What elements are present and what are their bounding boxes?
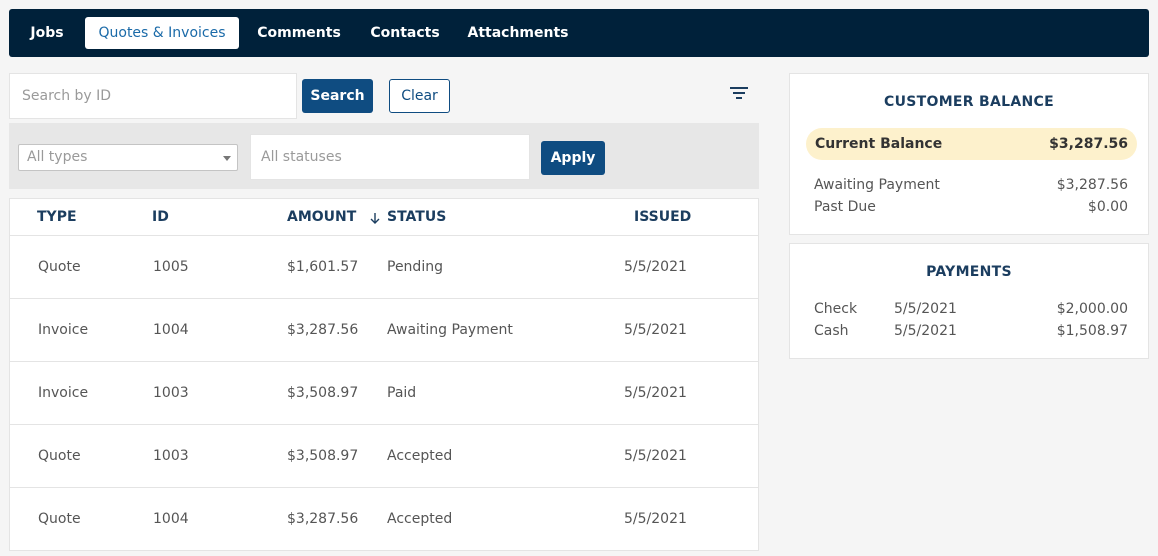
cell-status: Paid [387,385,417,401]
payment-amount: $1,508.97 [1056,323,1128,339]
awaiting-payment-value: $3,287.56 [1056,177,1128,193]
cell-type: Quote [38,259,81,275]
status-filter-input[interactable] [250,134,530,180]
cell-issued: 5/5/2021 [624,511,687,527]
tab-quotes-invoices[interactable]: Quotes & Invoices [85,17,239,49]
filter-lines-icon[interactable] [728,84,750,102]
cell-id: 1003 [153,448,189,464]
cell-type: Quote [38,448,81,464]
payment-date: 5/5/2021 [894,301,957,317]
current-balance-label: Current Balance [815,136,943,152]
column-header-id[interactable]: ID [152,199,169,236]
search-input[interactable] [9,73,297,119]
apply-button[interactable]: Apply [541,141,605,175]
table-header: TYPE ID AMOUNT STATUS ISSUED [10,199,758,236]
tab-comments[interactable]: Comments [253,17,345,49]
payment-amount: $2,000.00 [1056,301,1128,317]
cell-issued: 5/5/2021 [624,322,687,338]
current-balance-value: $3,287.56 [1049,136,1128,152]
table-row[interactable]: Invoice 1003 $3,508.97 Paid 5/5/2021 [10,362,758,425]
tab-attachments[interactable]: Attachments [465,17,571,49]
column-header-type[interactable]: TYPE [37,199,77,236]
tab-jobs[interactable]: Jobs [21,17,73,49]
arrow-down-icon[interactable] [368,210,382,226]
cell-amount: $1,601.57 [287,259,359,275]
payment-date: 5/5/2021 [894,323,957,339]
customer-balance-card: CUSTOMER BALANCE Current Balance $3,287.… [789,73,1149,235]
type-select-value: All types [27,149,88,165]
cell-status: Accepted [387,511,453,527]
cell-id: 1003 [153,385,189,401]
filter-bar: All types Apply [9,123,759,189]
search-button[interactable]: Search [302,79,373,113]
table-row[interactable]: Invoice 1004 $3,287.56 Awaiting Payment … [10,299,758,362]
payment-method: Check [814,301,858,317]
current-balance-highlight: Current Balance $3,287.56 [806,128,1137,160]
column-header-issued[interactable]: ISSUED [634,199,691,236]
cell-id: 1004 [153,322,189,338]
cell-type: Quote [38,511,81,527]
cell-status: Accepted [387,448,453,464]
column-header-amount[interactable]: AMOUNT [287,199,356,236]
clear-button[interactable]: Clear [389,79,450,113]
top-navigation: Jobs Quotes & Invoices Comments Contacts… [9,9,1149,57]
cell-id: 1004 [153,511,189,527]
cell-issued: 5/5/2021 [624,259,687,275]
type-select[interactable]: All types [18,144,238,171]
cell-amount: $3,508.97 [287,448,359,464]
customer-balance-title: CUSTOMER BALANCE [884,94,1054,110]
cell-amount: $3,508.97 [287,385,359,401]
payment-method: Cash [814,323,849,339]
table-row[interactable]: Quote 1004 $3,287.56 Accepted 5/5/2021 [10,488,758,551]
quotes-invoices-table: TYPE ID AMOUNT STATUS ISSUED Quote 1005 … [9,198,759,551]
cell-status: Pending [387,259,443,275]
table-row[interactable]: Quote 1003 $3,508.97 Accepted 5/5/2021 [10,425,758,488]
payments-title: PAYMENTS [926,264,1012,280]
cell-id: 1005 [153,259,189,275]
column-header-status[interactable]: STATUS [387,199,446,236]
cell-type: Invoice [38,385,89,401]
cell-status: Awaiting Payment [387,322,513,338]
cell-issued: 5/5/2021 [624,385,687,401]
table-row[interactable]: Quote 1005 $1,601.57 Pending 5/5/2021 [10,236,758,299]
cell-issued: 5/5/2021 [624,448,687,464]
chevron-down-icon [223,156,231,161]
awaiting-payment-label: Awaiting Payment [814,177,940,193]
payments-card: PAYMENTS Check 5/5/2021 $2,000.00 Cash 5… [789,243,1149,359]
cell-type: Invoice [38,322,89,338]
past-due-value: $0.00 [1087,199,1128,215]
cell-amount: $3,287.56 [287,511,359,527]
tab-contacts[interactable]: Contacts [367,17,443,49]
cell-amount: $3,287.56 [287,322,359,338]
past-due-label: Past Due [814,199,876,215]
